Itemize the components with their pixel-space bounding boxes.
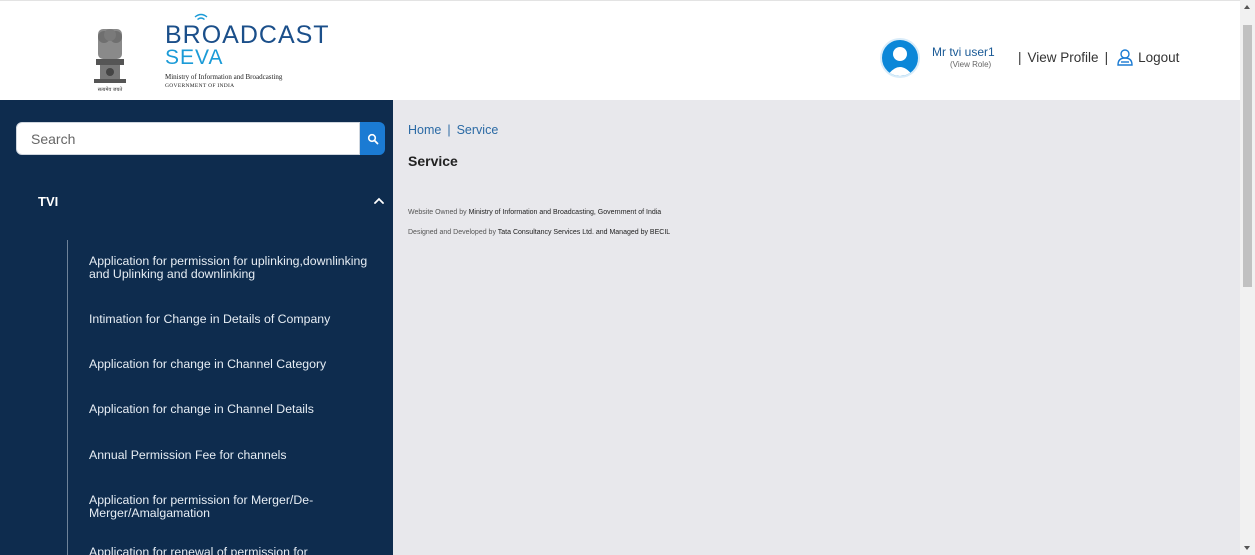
page: सत्यमेव जयते BROADCAST SEVA Ministry of … bbox=[0, 0, 1255, 555]
chevron-up-icon[interactable] bbox=[372, 194, 386, 208]
logout-link[interactable]: Logout bbox=[1138, 50, 1179, 65]
avatar-icon[interactable] bbox=[880, 38, 920, 78]
menu-item-merger-permission[interactable]: Application for permission for Merger/De… bbox=[89, 494, 389, 520]
search-box bbox=[16, 122, 385, 155]
brand-subtitle: SEVA bbox=[165, 46, 224, 69]
brand-logo[interactable]: BROADCAST SEVA Ministry of Information a… bbox=[165, 13, 330, 90]
brand-government: GOVERNMENT OF INDIA bbox=[165, 83, 235, 89]
sidebar: TVI Application for permission for uplin… bbox=[0, 100, 393, 555]
brand-title: BROADCAST bbox=[165, 21, 330, 49]
breadcrumb: Home | Service bbox=[408, 123, 498, 137]
wifi-icon bbox=[194, 13, 208, 21]
menu-item-uplinking-permission[interactable]: Application for permission for uplinking… bbox=[89, 255, 389, 281]
menu-divider-line bbox=[67, 240, 68, 555]
section-title: TVI bbox=[38, 194, 59, 209]
top-links: | View Profile | Logout bbox=[1012, 48, 1179, 66]
page-scrollbar[interactable] bbox=[1240, 0, 1255, 555]
footer-developed: Designed and Developed by Tata Consultan… bbox=[408, 229, 670, 236]
search-input[interactable] bbox=[16, 122, 360, 155]
menu-item-renewal-permission[interactable]: Application for renewal of permission fo… bbox=[89, 546, 389, 555]
scroll-up-icon[interactable] bbox=[1244, 5, 1250, 9]
page-title: Service bbox=[408, 153, 458, 169]
user-name[interactable]: Mr tvi user1 bbox=[932, 45, 995, 59]
menu-item-change-channel-details[interactable]: Application for change in Channel Detail… bbox=[89, 403, 389, 416]
footer-owned-prefix: Website Owned by bbox=[408, 209, 469, 216]
brand-ministry: Ministry of Information and Broadcasting bbox=[165, 73, 283, 81]
user-info: Mr tvi user1 (View Role) bbox=[880, 38, 995, 78]
logout-icon[interactable] bbox=[1116, 48, 1134, 66]
footer-dev-prefix: Designed and Developed by bbox=[408, 229, 498, 236]
emblem-icon: सत्यमेव जयते bbox=[94, 29, 126, 93]
footer-dev-org: Tata Consultancy Services Ltd. and Manag… bbox=[497, 229, 671, 236]
separator: | bbox=[1104, 49, 1109, 65]
svg-text:सत्यमेव जयते: सत्यमेव जयते bbox=[98, 86, 123, 93]
separator: | bbox=[1018, 49, 1022, 65]
footer-owned-org: Ministry of Information and Broadcasting… bbox=[468, 209, 662, 216]
scroll-thumb[interactable] bbox=[1243, 25, 1252, 287]
search-icon bbox=[367, 133, 378, 144]
header: सत्यमेव जयते BROADCAST SEVA Ministry of … bbox=[0, 0, 1240, 100]
main-content: Home | Service Service Website Owned by Mi… bbox=[393, 100, 1240, 555]
view-profile-link[interactable]: View Profile bbox=[1028, 50, 1099, 65]
breadcrumb-home[interactable]: Home bbox=[408, 123, 441, 137]
breadcrumb-separator: | bbox=[447, 123, 451, 137]
section-header-tvi[interactable]: TVI bbox=[38, 193, 386, 213]
search-button[interactable] bbox=[360, 122, 385, 155]
breadcrumb-service[interactable]: Service bbox=[457, 123, 499, 137]
scroll-down-icon[interactable] bbox=[1244, 546, 1250, 550]
footer-owned: Website Owned by Ministry of Information… bbox=[408, 209, 661, 216]
menu-item-annual-permission-fee[interactable]: Annual Permission Fee for channels bbox=[89, 449, 389, 462]
menu-item-change-channel-category[interactable]: Application for change in Channel Catego… bbox=[89, 358, 389, 371]
user-role[interactable]: (View Role) bbox=[950, 60, 991, 69]
menu-item-change-company-details[interactable]: Intimation for Change in Details of Comp… bbox=[89, 313, 389, 326]
